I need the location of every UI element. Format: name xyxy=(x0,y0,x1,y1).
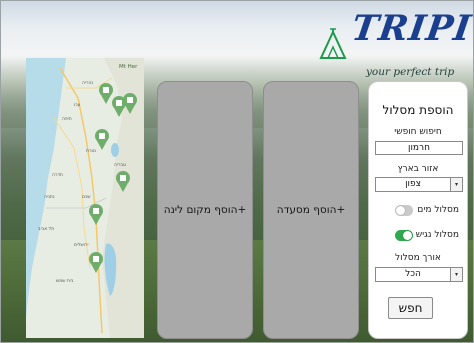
brand-tagline: your perfect trip xyxy=(366,66,455,78)
chevron-down-icon: ▾ xyxy=(450,178,462,191)
trail-length-value: הכל xyxy=(405,269,421,279)
water-trail-label: מסלול מים xyxy=(417,205,459,215)
brand-name: TRIPI xyxy=(349,8,474,49)
map-canvas[interactable]: Mt Her נהריה עכו חיפה נצרת טבריה חדרה נת… xyxy=(26,58,144,338)
water-trail-toggle[interactable] xyxy=(395,205,413,216)
region-label: אזור בארץ xyxy=(397,164,439,174)
chevron-down-icon: ▾ xyxy=(450,268,462,281)
map-label: תל אביב xyxy=(38,227,54,232)
add-restaurant-label: +הוסף מסעדה xyxy=(276,204,346,216)
map[interactable]: Mt Her נהריה עכו חיפה נצרת טבריה חדרה נת… xyxy=(26,58,144,338)
map-label: חיפה xyxy=(62,117,72,122)
trail-length-label: אורך מסלול xyxy=(395,253,441,263)
map-label: עכו xyxy=(74,103,81,108)
map-label: שכם xyxy=(82,195,91,200)
trail-length-select[interactable]: הכל ▾ xyxy=(375,267,463,282)
add-lodging-label: +הוסף מקום לינה xyxy=(163,204,247,216)
region-select-value: צפון xyxy=(405,179,421,189)
map-label: טבריה xyxy=(114,163,126,168)
map-label-top: Mt Her xyxy=(119,64,138,70)
accessible-trail-label: מסלול נגיש xyxy=(415,230,459,240)
free-search-label: חיפוש חופשי xyxy=(394,127,442,137)
map-label: חדרה xyxy=(52,173,63,178)
accessible-trail-row: מסלול נגיש xyxy=(375,229,463,243)
form-title: הוספת מסלול xyxy=(382,103,454,117)
add-trail-form: הוספת מסלול חיפוש חופשי אזור בארץ צפון ▾… xyxy=(368,81,468,339)
map-label: נצרת xyxy=(86,149,96,154)
map-label: נתניה xyxy=(44,195,55,200)
map-label: בית שמש xyxy=(56,279,74,284)
add-lodging-panel[interactable]: +הוסף מקום לינה xyxy=(157,81,253,339)
brand-logo: TRIPI your perfect trip xyxy=(318,4,474,80)
map-label: נהריה xyxy=(82,81,93,86)
add-restaurant-panel[interactable]: +הוסף מסעדה xyxy=(263,81,359,339)
region-select[interactable]: צפון ▾ xyxy=(375,177,463,192)
accessible-trail-toggle[interactable] xyxy=(395,230,413,241)
tent-icon xyxy=(319,28,347,59)
map-label: ירושלים xyxy=(74,243,89,248)
water-trail-row: מסלול מים xyxy=(375,204,463,218)
search-button[interactable]: חפש xyxy=(388,297,433,319)
free-search-input[interactable] xyxy=(375,141,463,155)
sea-of-galilee xyxy=(111,143,119,157)
